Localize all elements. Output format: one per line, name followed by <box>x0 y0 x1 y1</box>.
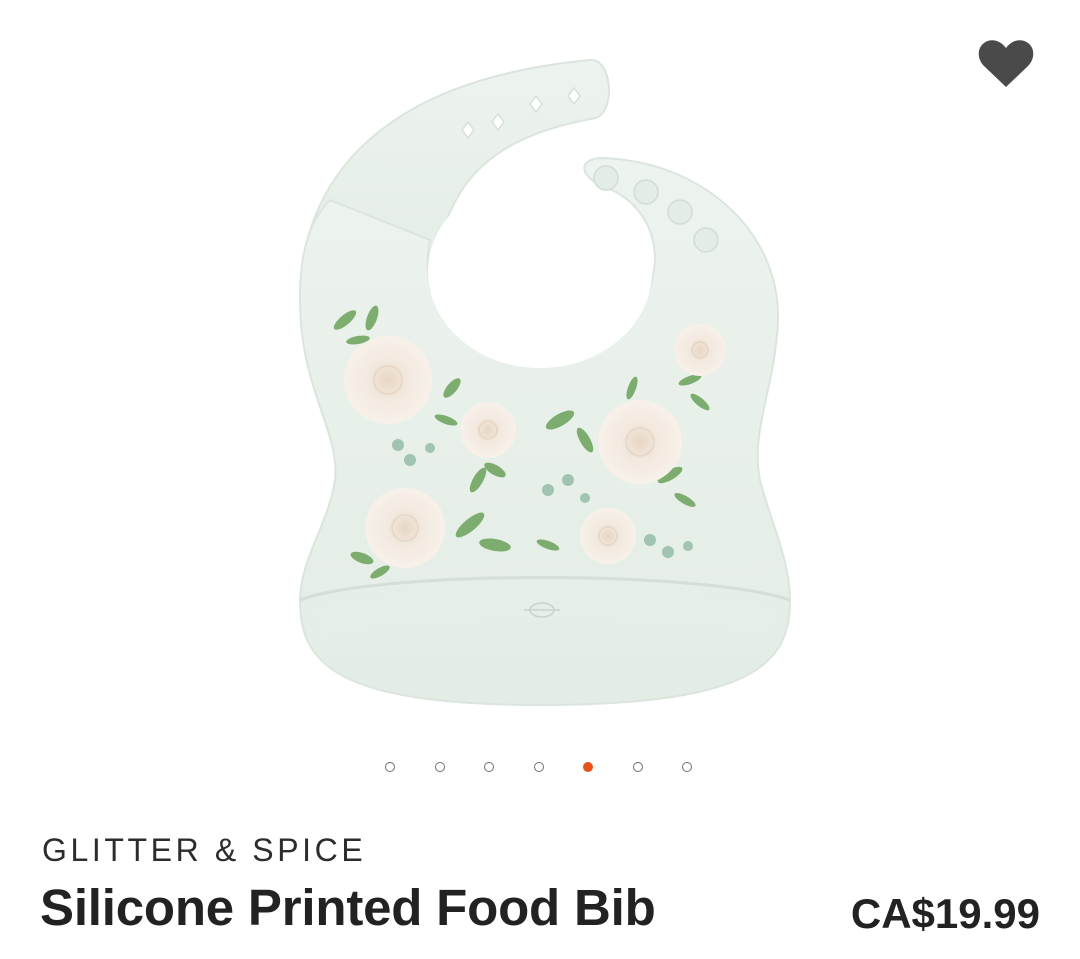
carousel-dot[interactable] <box>682 762 692 772</box>
product-page: GLITTER & SPICE Silicone Printed Food Bi… <box>0 0 1080 959</box>
carousel-dot[interactable] <box>583 762 593 772</box>
product-image[interactable] <box>0 0 1080 730</box>
carousel-dot[interactable] <box>484 762 494 772</box>
carousel-dot[interactable] <box>385 762 395 772</box>
carousel-dot[interactable] <box>632 762 643 772</box>
carousel-dot[interactable] <box>434 762 445 772</box>
product-title: Silicone Printed Food Bib <box>40 879 656 936</box>
product-price: CA$19.99 <box>850 890 1040 937</box>
carousel-dots <box>0 762 1080 776</box>
carousel-dot[interactable] <box>533 762 544 772</box>
silicone-bib-floral-image <box>298 58 792 707</box>
product-brand[interactable]: GLITTER & SPICE <box>42 832 366 869</box>
heart-icon <box>978 40 1034 87</box>
favorite-button[interactable] <box>972 32 1040 96</box>
